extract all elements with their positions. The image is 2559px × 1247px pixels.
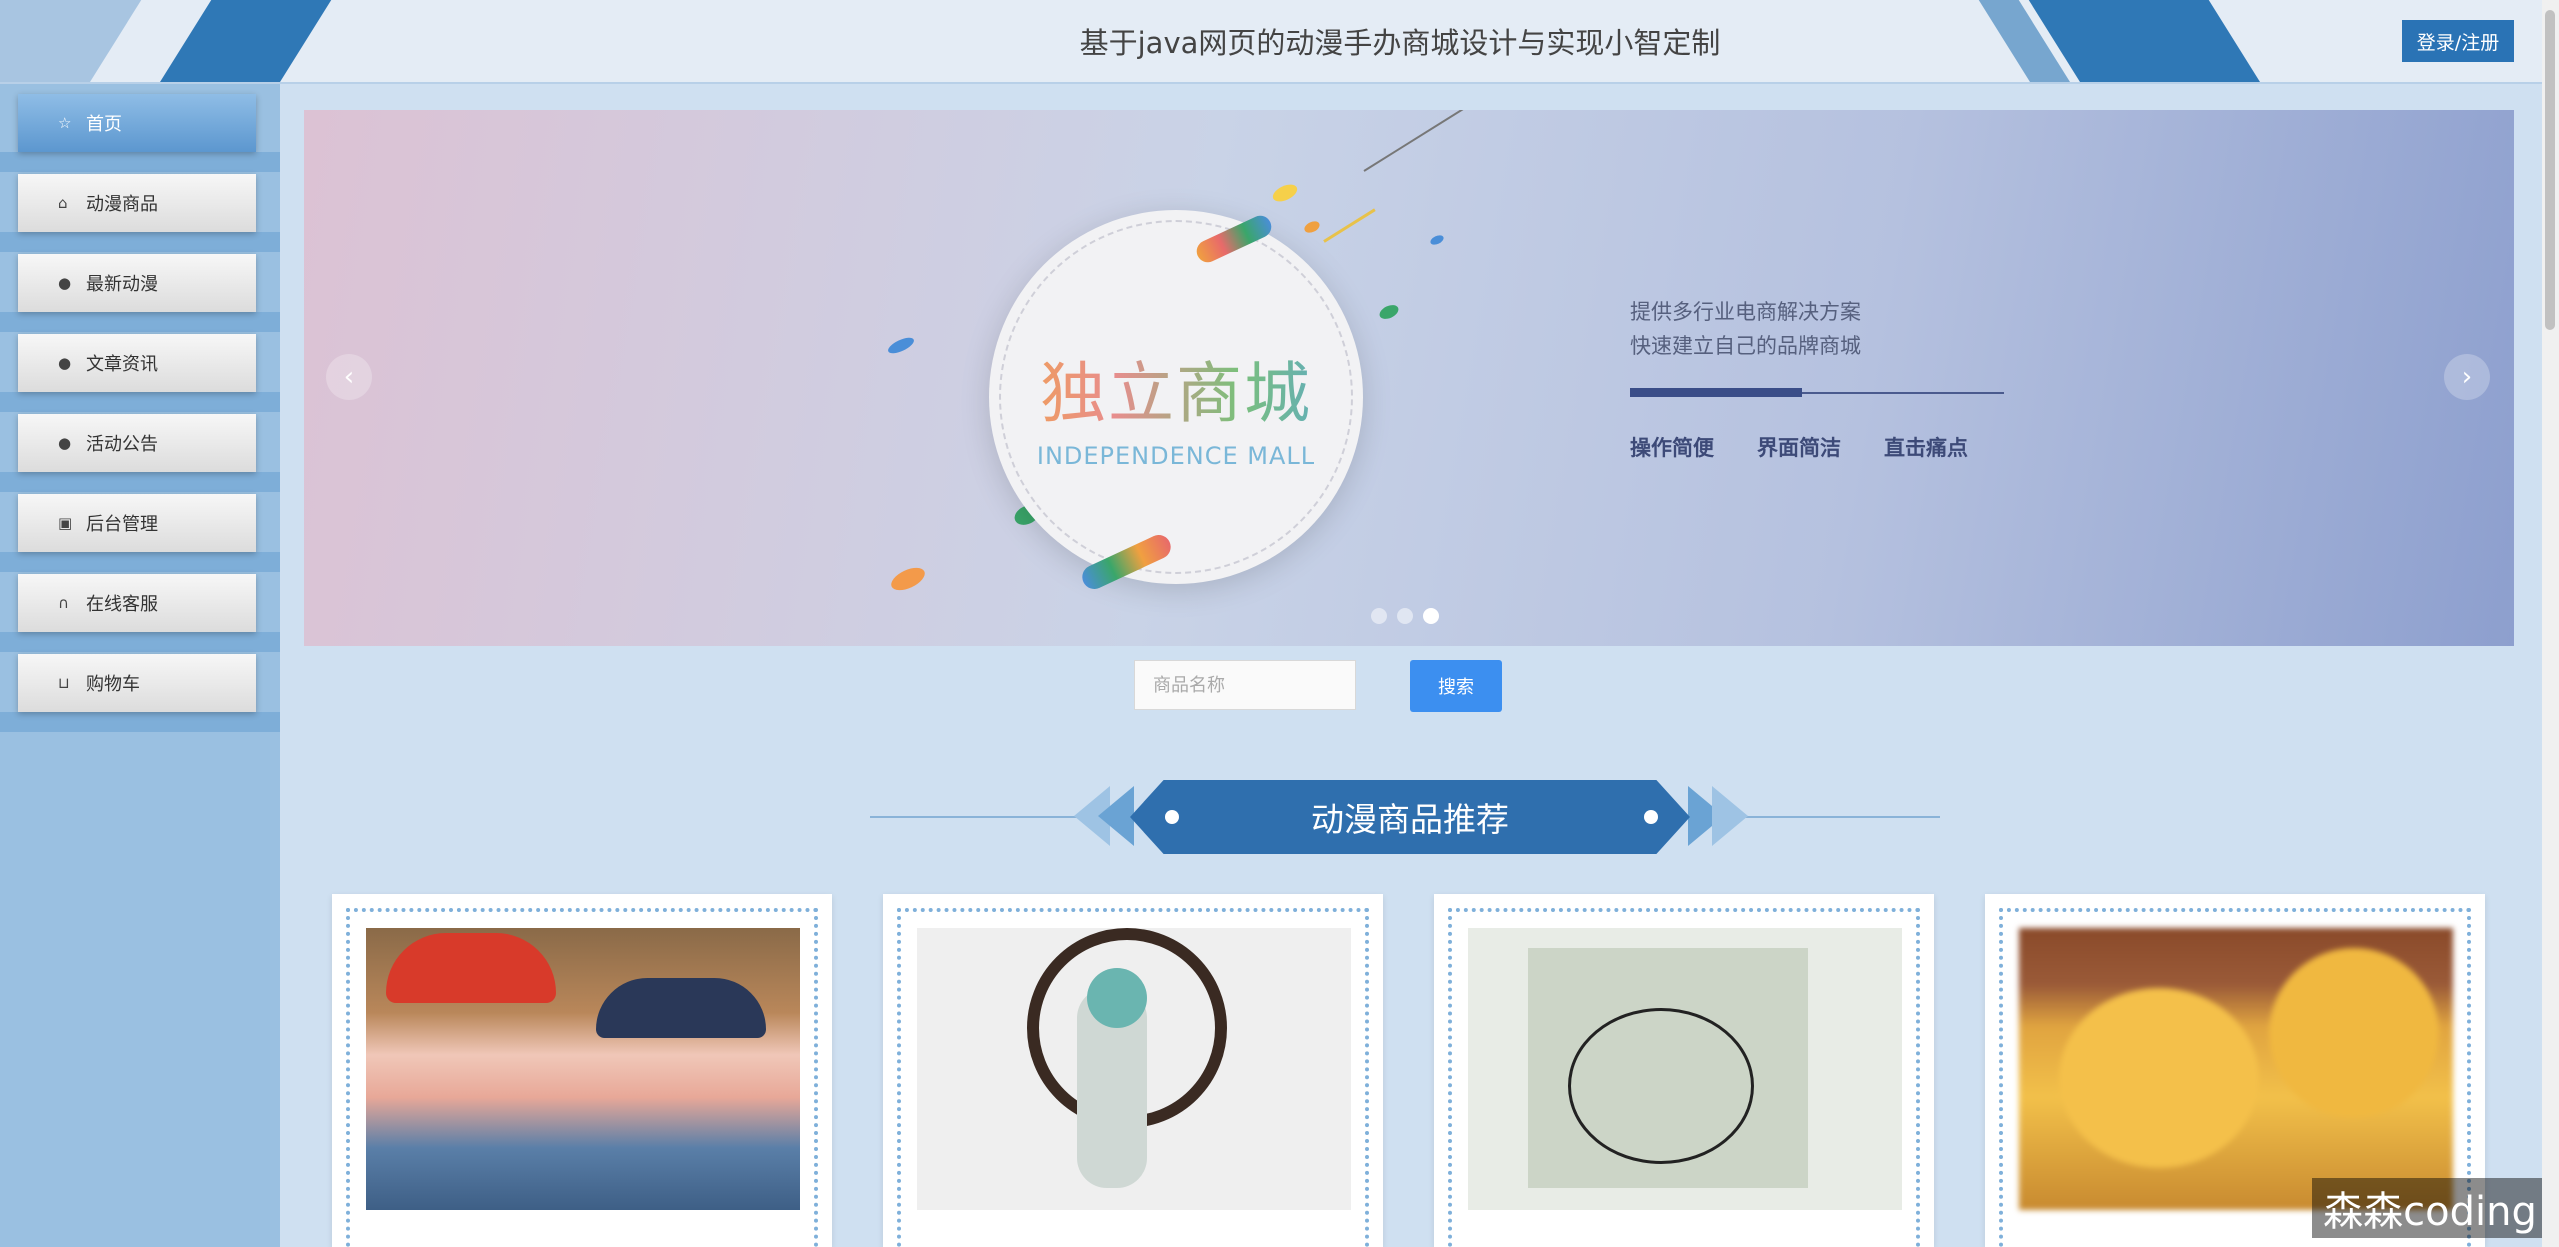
decor-blob xyxy=(885,334,917,357)
sidebar-item-latest-anime[interactable]: ● 最新动漫 xyxy=(18,254,256,312)
sketch-art-image[interactable] xyxy=(1468,928,1902,1210)
sidebar-item-customer-service[interactable]: ∩ 在线客服 xyxy=(18,574,256,632)
sidebar-item-label: 最新动漫 xyxy=(86,274,158,295)
star-icon: ☆ xyxy=(58,114,72,132)
banner-line-1: 提供多行业电商解决方案 xyxy=(1630,300,1861,324)
decor-line xyxy=(1323,208,1376,243)
sidebar-item-label: 后台管理 xyxy=(86,514,158,535)
banner-feature: 界面简洁 xyxy=(1757,436,1841,460)
sidebar-item-articles[interactable]: ● 文章资讯 xyxy=(18,334,256,392)
chevron-right-icon xyxy=(1712,786,1748,846)
sidebar-item-label: 文章资讯 xyxy=(86,354,158,375)
cart-icon: ⊔ xyxy=(58,674,70,692)
red-cap xyxy=(386,933,556,1003)
decor-line xyxy=(1363,110,1535,172)
carousel-next-button[interactable]: › xyxy=(2444,354,2490,400)
sidebar-item-label: 在线客服 xyxy=(86,594,158,615)
product-search-input[interactable] xyxy=(1134,660,1356,710)
tiger-head xyxy=(2059,988,2259,1168)
product-card[interactable] xyxy=(1434,894,1934,1247)
tiger-plush-image[interactable] xyxy=(2019,928,2453,1210)
figure-girl-image[interactable] xyxy=(917,928,1351,1210)
decor-blob xyxy=(887,563,929,595)
decor-blob xyxy=(1377,302,1401,322)
carousel-indicator[interactable] xyxy=(1371,608,1387,624)
pig-plush-image[interactable] xyxy=(366,928,800,1210)
banner-line-2: 快速建立自己的品牌商城 xyxy=(1630,334,1861,358)
section-title-dot xyxy=(1644,810,1658,824)
site-title: 基于java网页的动漫手办商城设计与实现小智定制 xyxy=(1079,26,1721,60)
search-button[interactable]: 搜索 xyxy=(1410,660,1502,712)
sidebar-item-label: 动漫商品 xyxy=(86,194,158,215)
question-circle-icon: ● xyxy=(58,354,72,372)
video-watermark: 森森coding xyxy=(2312,1178,2548,1238)
bag-icon: ⌂ xyxy=(58,194,68,212)
sidebar-item-anime-products[interactable]: ⌂ 动漫商品 xyxy=(18,174,256,232)
sidebar-tab-decoration xyxy=(0,472,280,492)
sidebar-tab-decoration xyxy=(0,312,280,332)
sidebar-tab-decoration xyxy=(0,232,280,252)
sidebar: ☆ 首页 ⌂ 动漫商品 ● 最新动漫 ● 文章资讯 ● 活动公告 ▣ 后台管理 … xyxy=(0,84,280,1247)
sidebar-item-label: 活动公告 xyxy=(86,434,158,455)
section-title-dot xyxy=(1165,810,1179,824)
sketch-creature xyxy=(1568,1008,1754,1164)
carousel-indicator[interactable] xyxy=(1397,608,1413,624)
sidebar-item-admin[interactable]: ▣ 后台管理 xyxy=(18,494,256,552)
tiger-head xyxy=(2269,948,2439,1118)
sidebar-tab-decoration xyxy=(0,392,280,412)
sidebar-tab-decoration xyxy=(0,552,280,572)
sidebar-item-label: 首页 xyxy=(86,114,122,135)
alert-circle-icon: ● xyxy=(58,274,72,292)
hero-carousel[interactable]: 独立商城 INDEPENDENCE MALL 提供多行业电商解决方案 快速建立自… xyxy=(304,110,2514,646)
decor-blob xyxy=(1302,219,1322,235)
carousel-prev-button[interactable]: ‹ xyxy=(326,354,372,400)
banner-feature: 操作简便 xyxy=(1630,436,1714,460)
banner-logo-cn: 独立商城 xyxy=(989,340,1363,436)
briefcase-icon: ▣ xyxy=(58,514,73,532)
sidebar-tab-decoration xyxy=(0,152,280,172)
sidebar-tab-decoration xyxy=(0,632,280,652)
decor-blob xyxy=(1428,233,1446,247)
scrollbar-thumb[interactable] xyxy=(2545,10,2555,330)
carousel-indicator-active[interactable] xyxy=(1423,608,1439,624)
headset-icon: ∩ xyxy=(58,594,69,612)
section-title: 动漫商品推荐 xyxy=(1130,780,1690,854)
decor-blob xyxy=(1270,181,1300,205)
figure-hair xyxy=(1087,968,1147,1028)
product-card[interactable] xyxy=(883,894,1383,1247)
login-register-button[interactable]: 登录/注册 xyxy=(2402,20,2514,62)
top-header: 基于java网页的动漫手办商城设计与实现小智定制 登录/注册 xyxy=(0,0,2559,84)
sidebar-tab-decoration xyxy=(0,712,280,732)
sidebar-item-cart[interactable]: ⊔ 购物车 xyxy=(18,654,256,712)
banner-feature: 直击痛点 xyxy=(1884,436,1968,460)
sidebar-item-label: 购物车 xyxy=(86,674,140,695)
navy-cap xyxy=(596,978,766,1038)
product-card[interactable] xyxy=(332,894,832,1247)
info-circle-icon: ● xyxy=(58,434,72,452)
sidebar-item-announcements[interactable]: ● 活动公告 xyxy=(18,414,256,472)
banner-logo-en: INDEPENDENCE MALL xyxy=(1036,442,1316,470)
banner-progress-fill xyxy=(1630,388,1802,397)
sidebar-item-home[interactable]: ☆ 首页 xyxy=(18,94,256,152)
logo-circle: 独立商城 INDEPENDENCE MALL xyxy=(989,210,1363,584)
